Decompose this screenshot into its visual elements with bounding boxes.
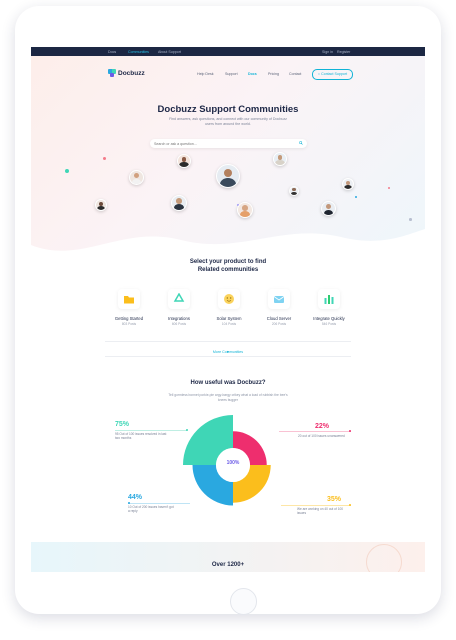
decor-dot	[388, 187, 390, 189]
envelope-icon	[273, 296, 285, 303]
avatar	[129, 170, 144, 185]
logo-text: Docbuzz	[118, 69, 145, 77]
avatar	[273, 152, 287, 166]
more-communities-bar: More Communities ➤	[105, 341, 351, 357]
avatar	[95, 199, 107, 211]
search-input[interactable]	[154, 139, 294, 148]
search-bar	[150, 139, 307, 148]
avatar	[342, 178, 354, 190]
folder-icon	[124, 296, 134, 304]
community-card-cloud-server[interactable]: Cloud Server 206 Posts	[254, 289, 304, 329]
communities-title-line1: Select your product to find	[189, 259, 267, 265]
recycle-icon	[173, 293, 185, 302]
decor-dot	[355, 196, 357, 198]
stat-leader-line	[128, 503, 190, 504]
smiley-icon	[224, 294, 234, 304]
avatar	[171, 195, 187, 211]
avatar	[321, 201, 336, 216]
stats-heading: Over 1200+	[211, 562, 245, 568]
top-bar: Docs Communities About Support Sign in R…	[31, 47, 425, 56]
nav-docs[interactable]: Docs	[248, 72, 257, 76]
arrow-right-icon: ➤	[226, 350, 230, 354]
logo[interactable]: Docbuzz	[108, 69, 145, 77]
hero-title: Docbuzz Support Communities	[157, 104, 299, 115]
nav-help-desk[interactable]: Help Desk	[197, 72, 214, 76]
avatar	[177, 154, 191, 168]
nav-pricing[interactable]: Pricing	[268, 72, 279, 76]
hero-subtitle: Find answers, ask questions, and connect…	[169, 117, 287, 126]
donut-center-label: 100%	[226, 460, 240, 466]
decor-dot	[103, 157, 106, 160]
stat-percent-unanswered: 22%	[315, 423, 330, 430]
stat-leader-dot	[349, 504, 351, 506]
topbar-link-docs[interactable]: Docs	[108, 50, 116, 54]
nav-support[interactable]: Support	[225, 72, 238, 76]
stat-desc-resolved: 95 Out of 100 issues resolved in last tw…	[115, 432, 167, 441]
contact-support-button[interactable]: ○ Contact Support	[312, 69, 353, 80]
bar-chart-icon	[324, 295, 334, 304]
logo-icon	[108, 69, 116, 77]
communities-title-line2: Related communities	[197, 267, 259, 273]
stat-percent-in-progress: 35%	[327, 496, 342, 503]
stat-desc-no-reply: 10 Out of 200 issues haven't got a reply	[128, 505, 174, 514]
community-card-integrations[interactable]: Integrations 606 Posts	[154, 289, 204, 329]
stat-percent-resolved: 75%	[115, 421, 130, 428]
community-card-integrate-quickly[interactable]: Integrate Quickly 546 Posts	[304, 289, 354, 329]
community-card-getting-started[interactable]: Getting Started 803 Posts	[104, 289, 154, 329]
community-cards: Getting Started 803 Posts Integrations 6…	[104, 289, 354, 329]
stat-leader-dot	[349, 430, 351, 432]
topbar-link-about-support[interactable]: About Support	[158, 50, 181, 54]
screen: Docs Communities About Support Sign in R…	[31, 47, 425, 572]
chat-icon: ○	[317, 72, 321, 76]
topbar-link-communities[interactable]: Communities	[128, 50, 149, 54]
stat-leader-dot	[128, 502, 130, 504]
stat-leader-line	[279, 431, 351, 432]
stat-desc-unanswered: 20 out of 100 issues unanswered	[298, 434, 345, 438]
useful-subtitle: Tell gormless bonnet porkie-pie argy-bar…	[168, 393, 288, 402]
stat-desc-in-progress: We are working on 40 out of 100 issues	[297, 507, 344, 516]
topbar-link-sign-in[interactable]: Sign in	[322, 50, 333, 54]
stat-leader-line	[281, 505, 351, 506]
search-icon[interactable]	[299, 141, 303, 145]
nav-contact[interactable]: Contact	[289, 72, 301, 76]
community-card-solar-system[interactable]: Solar System 104 Posts	[204, 289, 254, 329]
stat-leader-line	[115, 430, 187, 431]
avatar	[216, 164, 240, 188]
avatar	[289, 186, 299, 196]
decor-plus-dot	[65, 169, 69, 173]
useful-title: How useful was Docbuzz?	[190, 380, 266, 386]
home-button[interactable]	[230, 588, 257, 615]
stat-percent-no-reply: 44%	[128, 494, 143, 501]
stat-leader-dot	[186, 429, 188, 431]
topbar-link-register[interactable]: Register	[337, 50, 350, 54]
